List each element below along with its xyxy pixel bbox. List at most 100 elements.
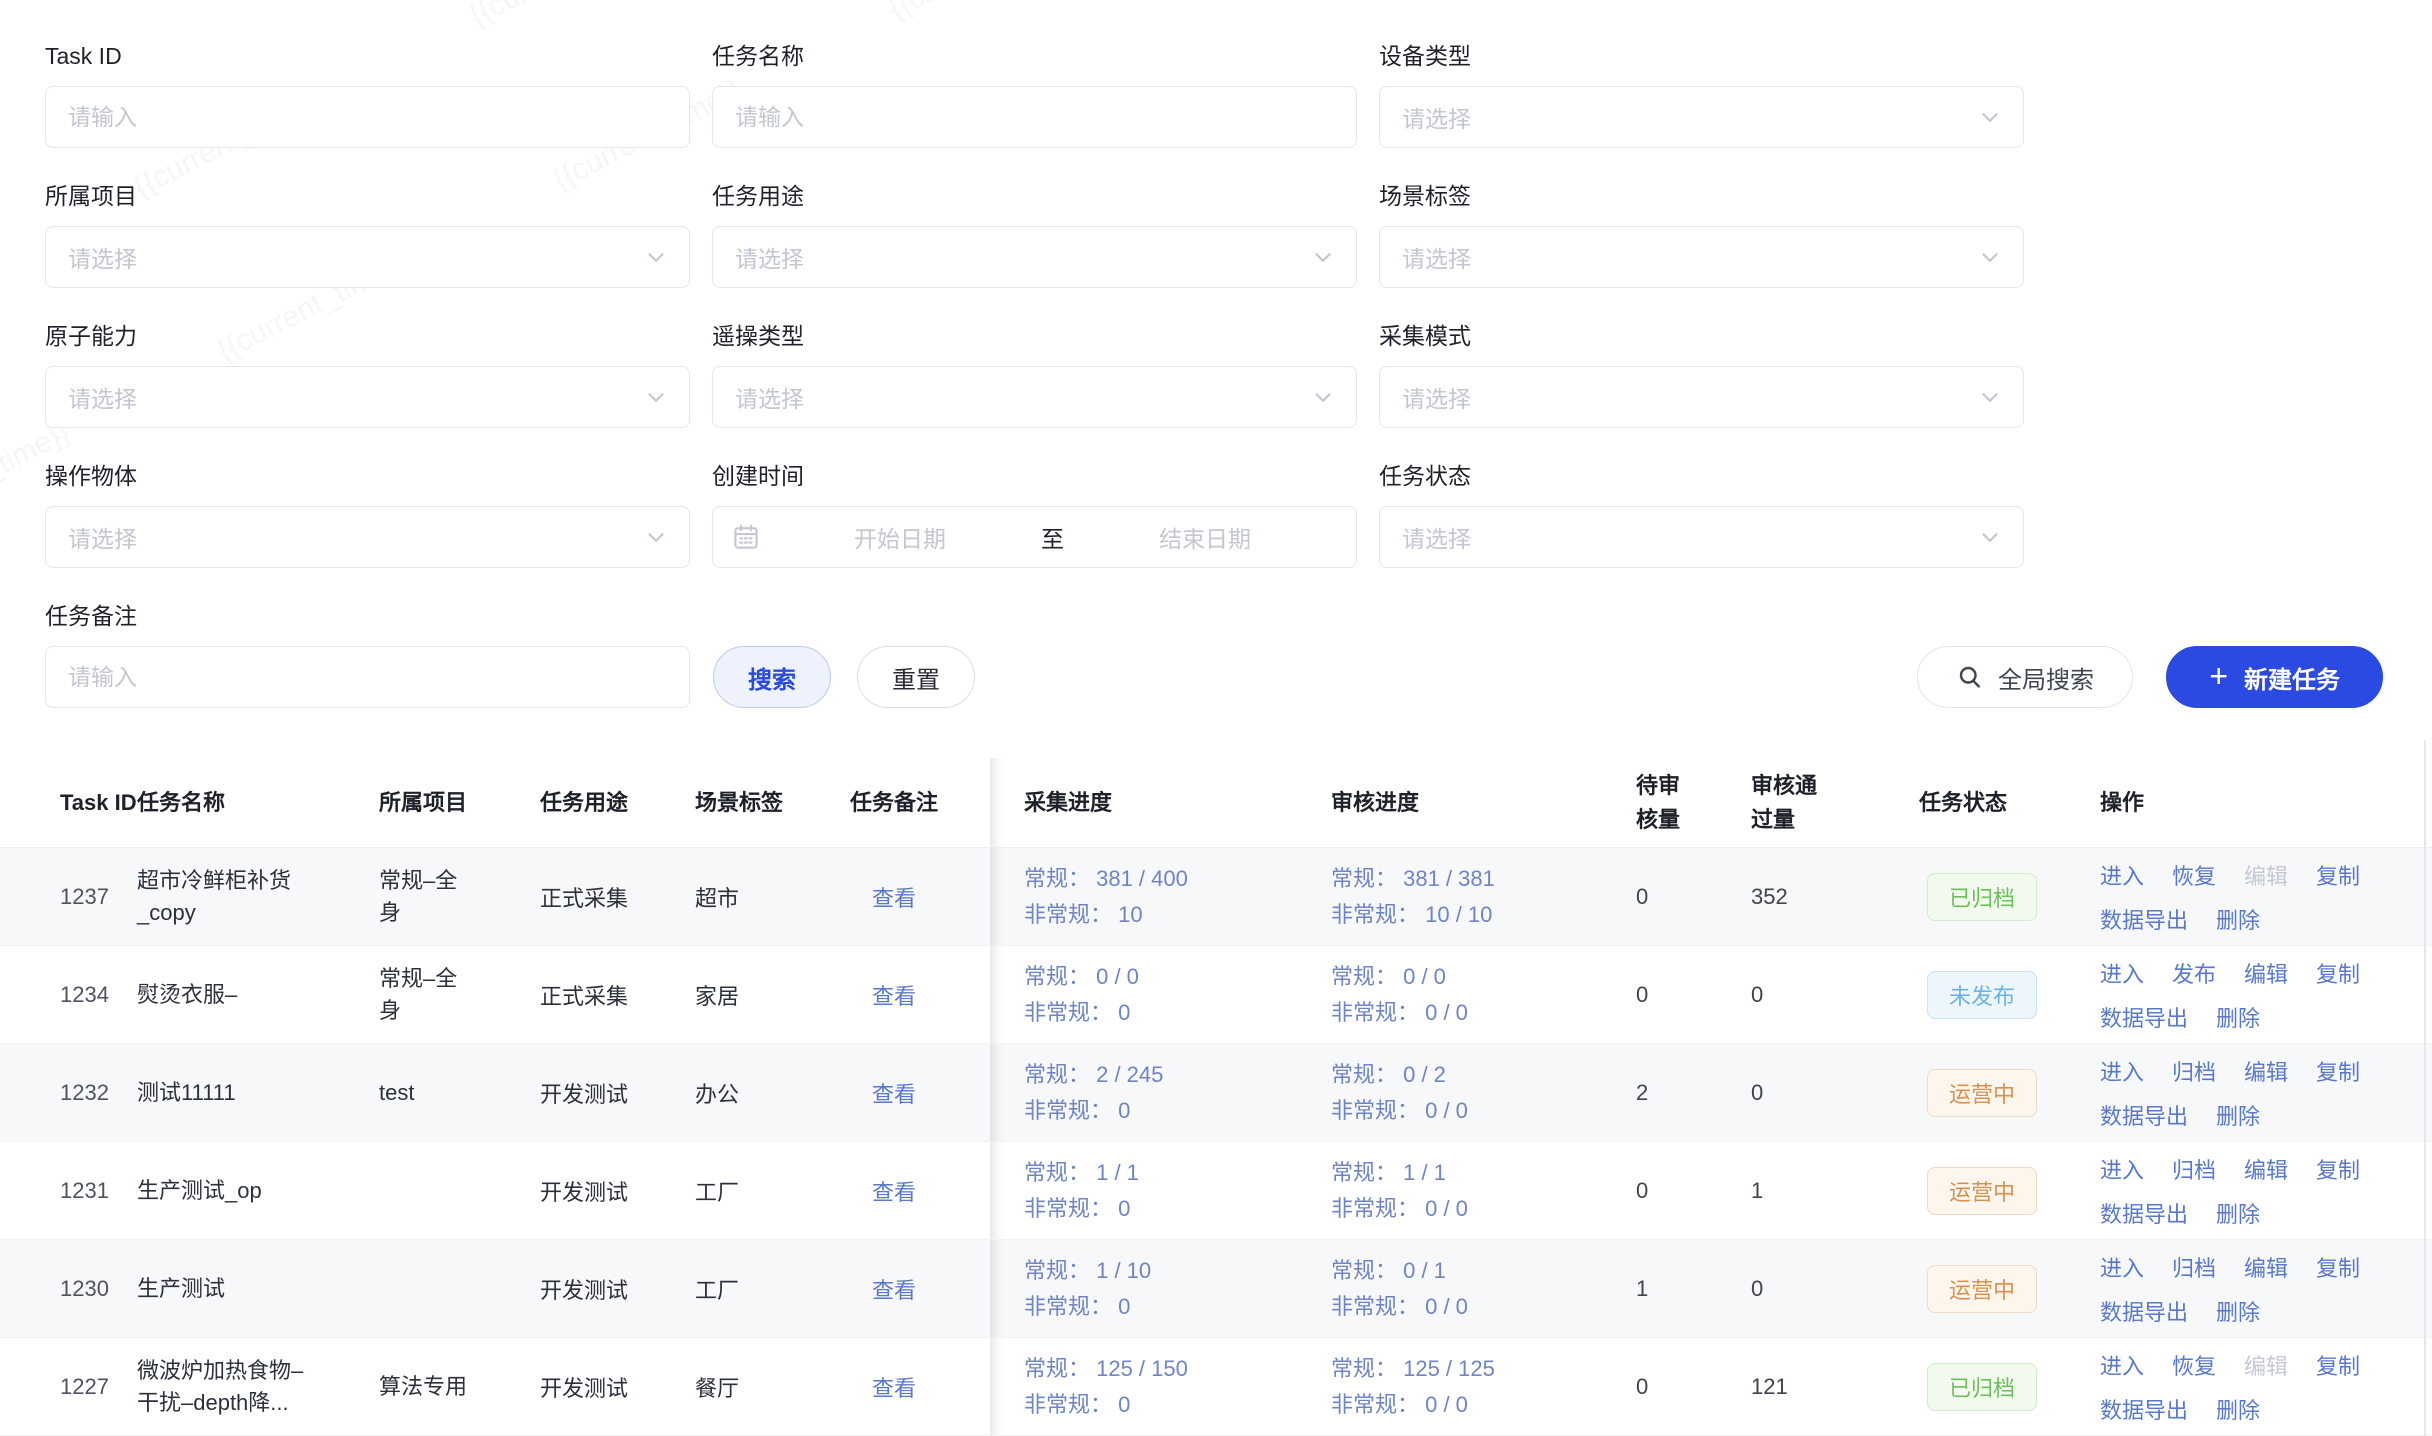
end-date-placeholder[interactable]: 结束日期 — [1072, 520, 1338, 554]
purpose-select[interactable]: 请选择 — [712, 226, 1357, 288]
op-data-export-link[interactable]: 数据导出 — [2100, 1197, 2188, 1229]
op-copy-link[interactable]: 复制 — [2316, 1153, 2360, 1185]
operations-cell: 进入 恢复 编辑 复制 数据导出 删除 — [2100, 1338, 2432, 1435]
chevron-down-icon — [1977, 104, 2003, 130]
remark-view-link[interactable]: 查看 — [872, 1273, 916, 1305]
filter-project: 所属项目 请选择 — [45, 182, 690, 288]
review-regular: 常规： 0 / 1 — [1331, 1253, 1468, 1289]
op-data-export-link[interactable]: 数据导出 — [2100, 1001, 2188, 1033]
project-cell: 常规–全身 — [379, 946, 540, 1043]
operations-cell: 进入 恢复 编辑 复制 数据导出 删除 — [2100, 848, 2432, 945]
op-copy-link[interactable]: 复制 — [2316, 957, 2360, 989]
filter-task-remark: 任务备注 — [45, 602, 690, 708]
op-edit-link[interactable]: 编辑 — [2244, 1349, 2288, 1381]
op-data-export-link[interactable]: 数据导出 — [2100, 1295, 2188, 1327]
op-delete-link[interactable]: 删除 — [2216, 1393, 2260, 1425]
reset-button[interactable]: 重置 — [857, 646, 975, 708]
review-progress-cell: 常规： 1 / 1 非常规： 0 / 0 — [1331, 1142, 1636, 1239]
collect-progress-cell: 常规： 381 / 400 非常规： 10 — [1024, 848, 1331, 945]
op-edit-link[interactable]: 编辑 — [2244, 859, 2288, 891]
task-id-input[interactable] — [45, 86, 690, 148]
device-type-select[interactable]: 请选择 — [1379, 86, 2024, 148]
op-archive-toggle-link[interactable]: 归档 — [2172, 1055, 2216, 1087]
op-delete-link[interactable]: 删除 — [2216, 903, 2260, 935]
purpose-cell: 正式采集 — [540, 848, 695, 945]
op-copy-link[interactable]: 复制 — [2316, 1251, 2360, 1283]
op-enter-link[interactable]: 进入 — [2100, 1349, 2144, 1381]
task-name-cell: 超市冷鲜柜补货_copy — [137, 848, 379, 945]
task-status-select[interactable]: 请选择 — [1379, 506, 2024, 568]
date-range-separator: 至 — [1033, 520, 1072, 554]
op-archive-toggle-link[interactable]: 归档 — [2172, 1251, 2216, 1283]
status-cell: 运营中 — [1919, 1044, 2100, 1141]
global-search-button[interactable]: 全局搜索 — [1917, 646, 2133, 708]
status-badge: 运营中 — [1927, 1167, 2037, 1215]
filter-label: 场景标签 — [1379, 182, 2024, 210]
start-date-placeholder[interactable]: 开始日期 — [767, 520, 1033, 554]
op-delete-link[interactable]: 删除 — [2216, 1001, 2260, 1033]
date-range-picker[interactable]: 开始日期 至 结束日期 — [712, 506, 1357, 568]
op-enter-link[interactable]: 进入 — [2100, 1251, 2144, 1283]
op-copy-link[interactable]: 复制 — [2316, 1055, 2360, 1087]
review-irregular: 非常规： 0 / 0 — [1331, 995, 1468, 1031]
filter-last-row: 任务备注 搜索 重置 — [45, 602, 975, 708]
op-enter-link[interactable]: 进入 — [2100, 1153, 2144, 1185]
remark-view-link[interactable]: 查看 — [872, 1371, 916, 1403]
task-id-cell: 1232 — [0, 1044, 137, 1141]
op-edit-link[interactable]: 编辑 — [2244, 957, 2288, 989]
op-copy-link[interactable]: 复制 — [2316, 859, 2360, 891]
op-archive-toggle-link[interactable]: 恢复 — [2172, 1349, 2216, 1381]
header-purpose: 任务用途 — [540, 758, 695, 847]
review-irregular: 非常规： 0 / 0 — [1331, 1093, 1468, 1129]
review-progress-cell: 常规： 0 / 0 非常规： 0 / 0 — [1331, 946, 1636, 1043]
remark-view-link[interactable]: 查看 — [872, 979, 916, 1011]
task-name-input[interactable] — [712, 86, 1357, 148]
pending-count-cell: 0 — [1636, 1142, 1751, 1239]
op-copy-link[interactable]: 复制 — [2316, 1349, 2360, 1381]
op-archive-toggle-link[interactable]: 恢复 — [2172, 859, 2216, 891]
op-data-export-link[interactable]: 数据导出 — [2100, 903, 2188, 935]
op-archive-toggle-link[interactable]: 发布 — [2172, 957, 2216, 989]
remark-view-link[interactable]: 查看 — [872, 1175, 916, 1207]
approved-count-cell: 0 — [1751, 1044, 1919, 1141]
scrollbar-track[interactable] — [2424, 740, 2426, 1436]
scene-tag-cell: 工厂 — [695, 1142, 850, 1239]
project-cell: 常规–全身 — [379, 848, 540, 945]
op-edit-link[interactable]: 编辑 — [2244, 1251, 2288, 1283]
search-button[interactable]: 搜索 — [713, 646, 831, 708]
collect-regular: 常规： 125 / 150 — [1024, 1351, 1188, 1387]
op-delete-link[interactable]: 删除 — [2216, 1099, 2260, 1131]
collect-mode-select[interactable]: 请选择 — [1379, 366, 2024, 428]
atomic-ability-select[interactable]: 请选择 — [45, 366, 690, 428]
filter-panel: Task ID 任务名称 设备类型 请选择 所属项目 请选择 任务用途 请选择 — [45, 42, 2025, 602]
remark-view-link[interactable]: 查看 — [872, 1077, 916, 1109]
task-name-cell: 测试11111 — [137, 1044, 379, 1141]
purpose-cell: 开发测试 — [540, 1142, 695, 1239]
op-edit-link[interactable]: 编辑 — [2244, 1055, 2288, 1087]
op-data-export-link[interactable]: 数据导出 — [2100, 1393, 2188, 1425]
op-data-export-link[interactable]: 数据导出 — [2100, 1099, 2188, 1131]
filter-task-id: Task ID — [45, 42, 690, 148]
op-delete-link[interactable]: 删除 — [2216, 1197, 2260, 1229]
scene-tag-select[interactable]: 请选择 — [1379, 226, 2024, 288]
scene-tag-cell: 家居 — [695, 946, 850, 1043]
task-remark-input[interactable] — [45, 646, 690, 708]
op-delete-link[interactable]: 删除 — [2216, 1295, 2260, 1327]
remark-view-link[interactable]: 查看 — [872, 881, 916, 913]
filter-device-type: 设备类型 请选择 — [1379, 42, 2024, 148]
chevron-down-icon — [1310, 244, 1336, 270]
op-enter-link[interactable]: 进入 — [2100, 859, 2144, 891]
op-enter-link[interactable]: 进入 — [2100, 957, 2144, 989]
teleop-type-select[interactable]: 请选择 — [712, 366, 1357, 428]
task-name-cell: 生产测试 — [137, 1240, 379, 1337]
project-select[interactable]: 请选择 — [45, 226, 690, 288]
status-badge: 运营中 — [1927, 1069, 2037, 1117]
status-cell: 已归档 — [1919, 1338, 2100, 1435]
op-edit-link[interactable]: 编辑 — [2244, 1153, 2288, 1185]
create-task-button[interactable]: + 新建任务 — [2166, 646, 2383, 708]
search-icon — [1956, 663, 1984, 691]
op-enter-link[interactable]: 进入 — [2100, 1055, 2144, 1087]
op-archive-toggle-link[interactable]: 归档 — [2172, 1153, 2216, 1185]
chevron-down-icon — [1310, 384, 1336, 410]
object-select[interactable]: 请选择 — [45, 506, 690, 568]
